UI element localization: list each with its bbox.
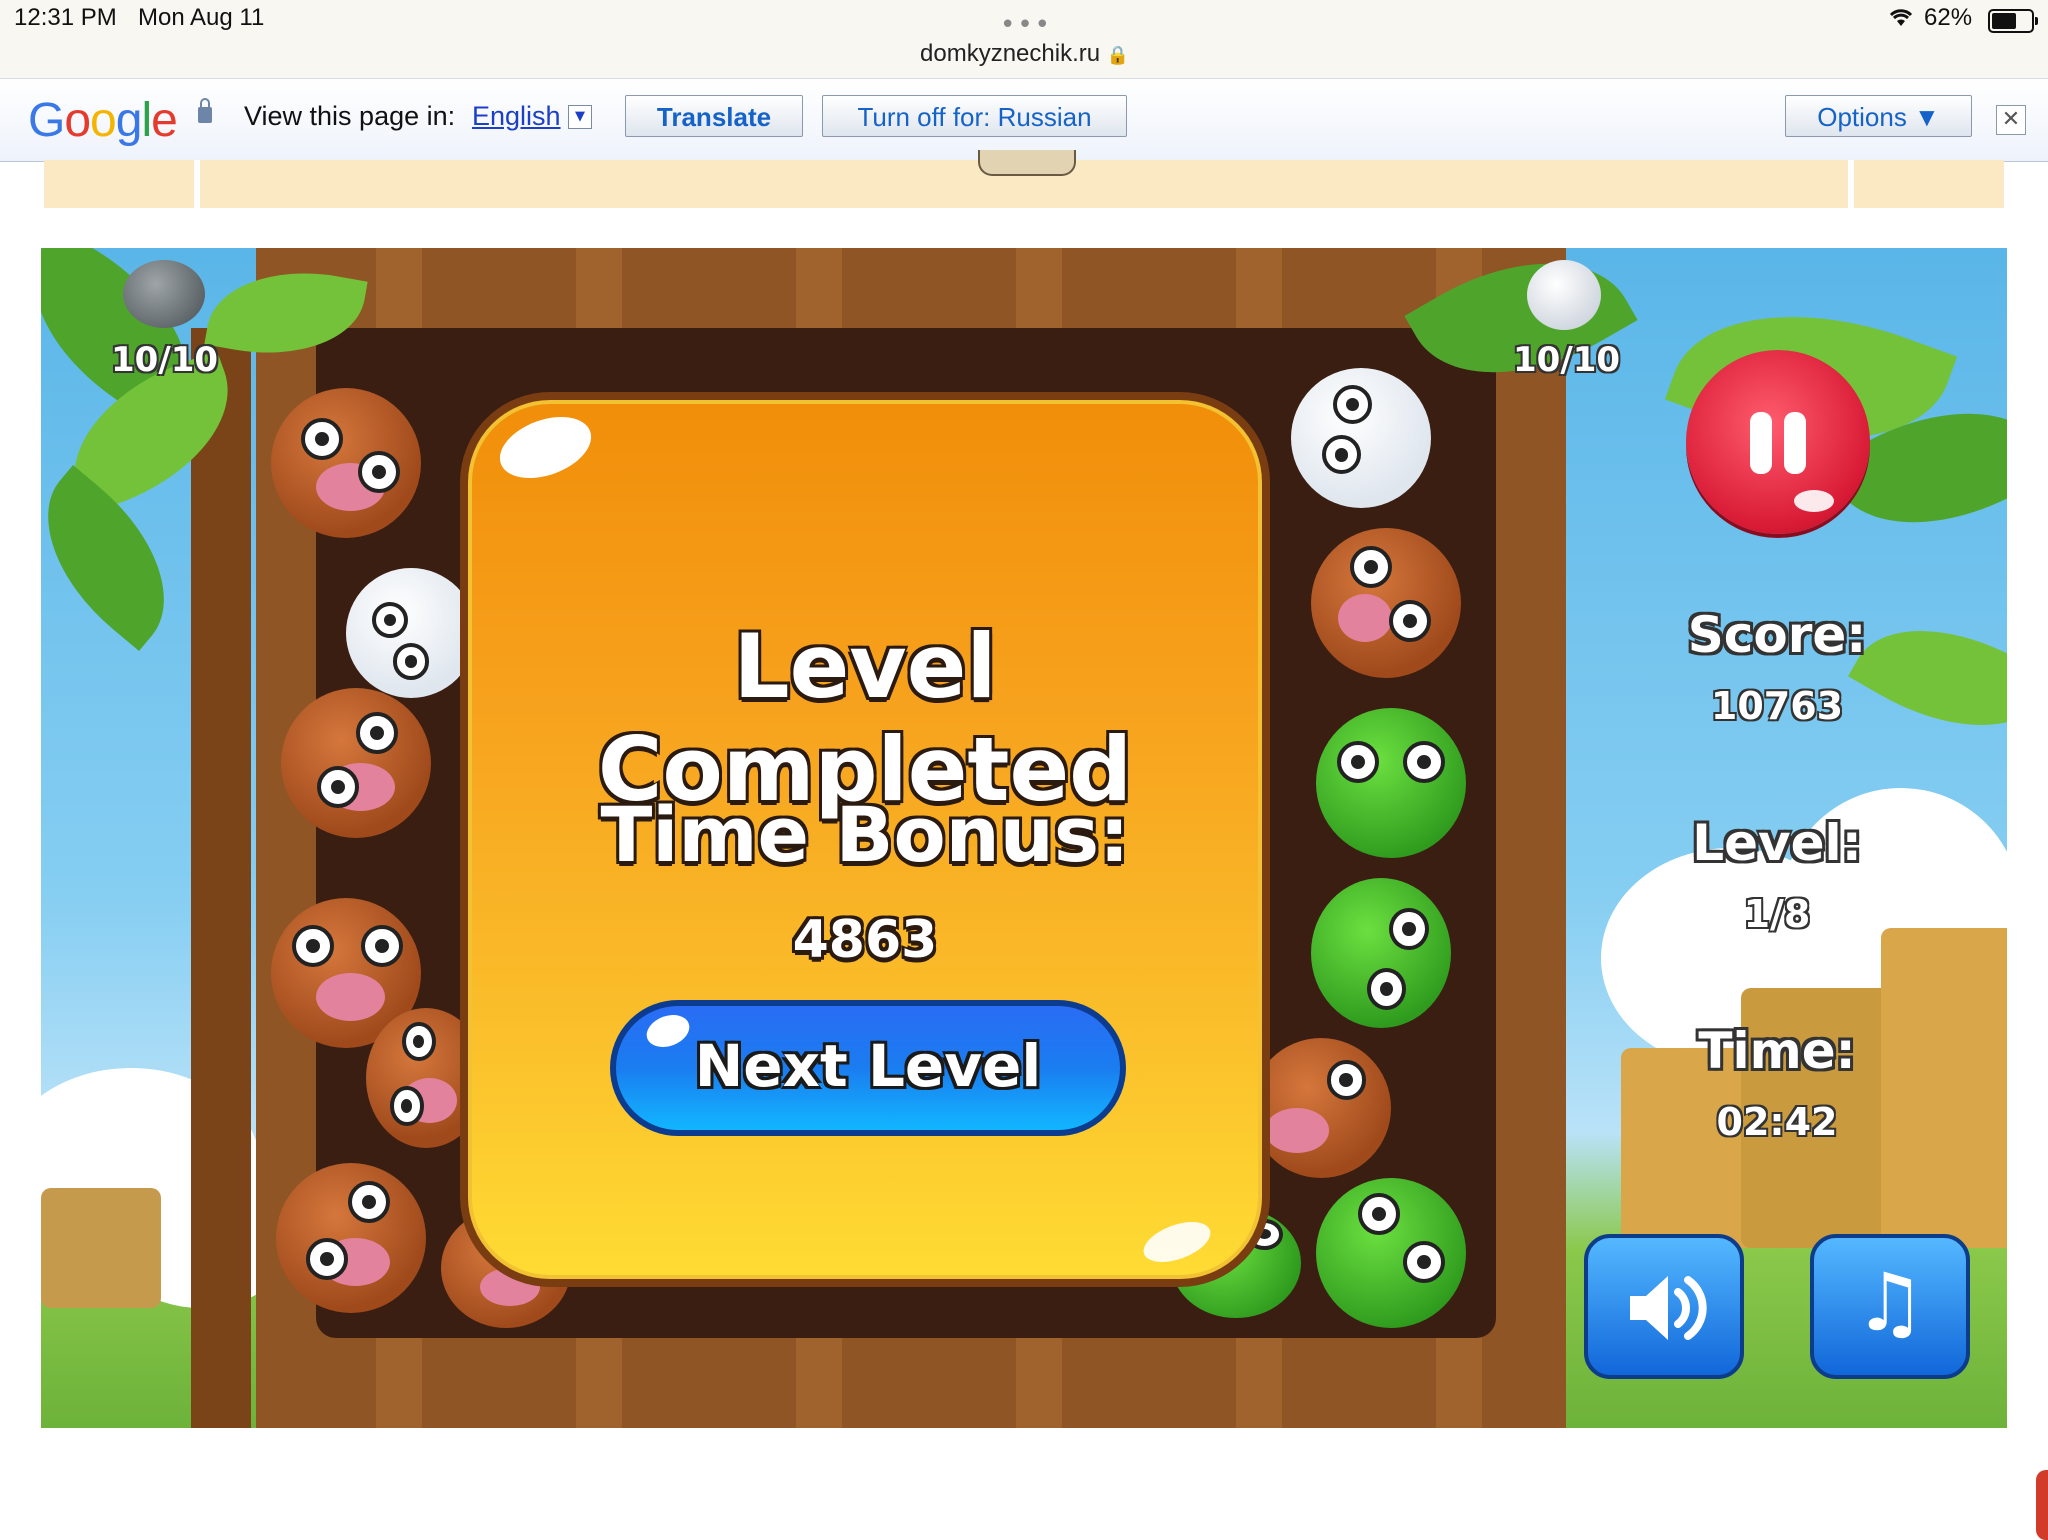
edge-tab[interactable] — [2036, 1470, 2048, 1540]
language-link[interactable]: English — [472, 101, 561, 132]
time-label: Time: — [1698, 1022, 1856, 1080]
score-label: Score: — [1687, 606, 1867, 664]
pause-button[interactable] — [1686, 350, 1870, 534]
address-url[interactable]: domkyznechik.ru 🔒 — [920, 40, 1129, 68]
hippo-icon — [123, 260, 205, 328]
speaker-icon — [1588, 1256, 1740, 1375]
turn-off-button[interactable]: Turn off for: Russian — [822, 95, 1127, 137]
level-label: Level: — [1692, 814, 1862, 872]
game-canvas[interactable]: 10/10 10/10 Score: 10763 Level: 1/8 Time… — [41, 248, 2007, 1428]
battery-percent: 62% — [1924, 4, 1973, 31]
url-text: domkyznechik.ru — [920, 40, 1101, 67]
page-tab[interactable] — [978, 150, 1076, 176]
time-bonus-value: 4863 — [792, 910, 938, 970]
google-logo: Google — [28, 94, 178, 147]
sound-button[interactable] — [1584, 1234, 1744, 1379]
battery-icon — [1988, 9, 2038, 33]
rock — [1881, 928, 2007, 1248]
view-in-label: View this page in: — [244, 101, 456, 131]
music-button[interactable]: ♫ — [1810, 1234, 1970, 1379]
music-note-icon: ♫ — [1854, 1256, 1926, 1349]
time-bonus-label: Time Bonus: — [600, 790, 1130, 879]
next-level-button[interactable]: Next Level — [610, 1000, 1126, 1136]
strip-divider — [1848, 160, 1854, 208]
crocodile-tile[interactable] — [1316, 1178, 1466, 1328]
pig-tile[interactable] — [271, 388, 421, 538]
options-button[interactable]: Options ▼ — [1785, 95, 1972, 137]
crocodile-tile[interactable] — [1311, 878, 1451, 1028]
next-level-label: Next Level — [694, 1032, 1042, 1100]
level-completed-dialog: Level Completed Time Bonus: 4863 Next Le… — [460, 392, 1270, 1287]
right-counter: 10/10 — [1513, 340, 1621, 380]
bunny-tile[interactable] — [346, 568, 476, 698]
tree-trunk — [191, 328, 251, 1428]
score-value: 10763 — [1710, 684, 1844, 728]
url-lock-icon: 🔒 — [1106, 45, 1130, 65]
strip-divider — [194, 160, 200, 208]
lock-icon — [198, 98, 212, 123]
close-icon[interactable]: ✕ — [1996, 105, 2026, 135]
more-dots-icon[interactable]: ••• — [1000, 10, 1052, 40]
translate-button[interactable]: Translate — [625, 95, 803, 137]
time-value: 02:42 — [1716, 1100, 1838, 1144]
status-date: Mon Aug 11 — [138, 4, 265, 31]
wifi-icon — [1888, 6, 1914, 34]
pig-tile[interactable] — [1311, 528, 1461, 678]
status-bar: 12:31 PM Mon Aug 11 ••• domkyznechik.ru … — [0, 0, 2048, 78]
language-dropdown-icon[interactable]: ▼ — [568, 105, 592, 129]
pig-tile[interactable] — [276, 1163, 426, 1313]
rock — [41, 1188, 161, 1308]
level-value: 1/8 — [1743, 892, 1811, 936]
crocodile-tile[interactable] — [1316, 708, 1466, 858]
bunny-tile[interactable] — [1291, 368, 1431, 508]
left-counter: 10/10 — [111, 340, 219, 380]
pig-tile[interactable] — [1251, 1038, 1391, 1178]
bunny-icon — [1527, 260, 1601, 330]
status-time: 12:31 PM — [14, 4, 117, 31]
pig-tile[interactable] — [281, 688, 431, 838]
